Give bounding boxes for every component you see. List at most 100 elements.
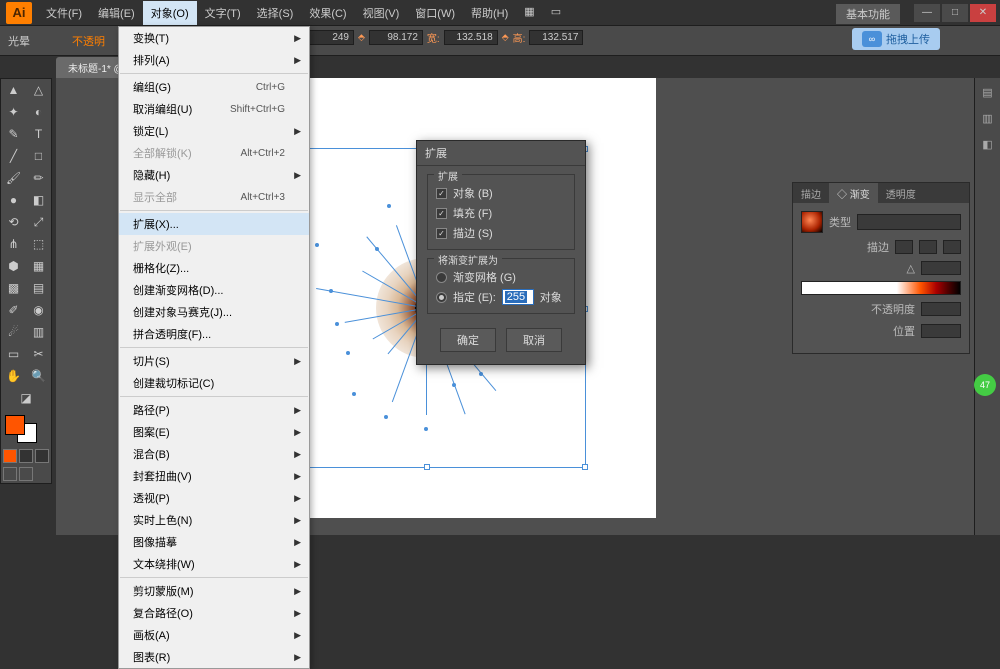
stroke-align-2[interactable] [919,240,937,254]
graph-tool[interactable]: ▥ [26,321,51,343]
menu-item[interactable]: 图案(E)▶ [119,421,309,443]
menu-item[interactable]: 剪切蒙版(M)▶ [119,580,309,602]
menu-help[interactable]: 帮助(H) [463,1,516,25]
blob-tool[interactable]: ● [1,189,26,211]
menu-edit[interactable]: 编辑(E) [90,1,143,25]
checkbox-fill[interactable]: ✓填充 (F) [436,203,566,223]
menu-window[interactable]: 窗口(W) [407,1,463,25]
width-tool[interactable]: ⋔ [1,233,26,255]
menu-item[interactable]: 变换(T)▶ [119,27,309,49]
w-field[interactable]: 132.518 [444,30,498,45]
menu-view[interactable]: 视图(V) [355,1,408,25]
menu-select[interactable]: 选择(S) [249,1,302,25]
menu-file[interactable]: 文件(F) [38,1,90,25]
gradient-type-select[interactable] [857,214,961,230]
stroke-align-1[interactable] [895,240,913,254]
position-field[interactable] [921,324,961,338]
minimize-button[interactable]: — [914,4,940,22]
free-transform-tool[interactable]: ⬚ [26,233,51,255]
checkbox-stroke[interactable]: ✓描边 (S) [436,223,566,243]
tab-transparency[interactable]: 透明度 [878,183,924,203]
mesh-tool[interactable]: ▩ [1,277,26,299]
blend-tool[interactable]: ◉ [26,299,51,321]
menu-item[interactable]: 排列(A)▶ [119,49,309,71]
eraser-tool[interactable]: ◧ [26,189,51,211]
dock-icon-2[interactable]: ▥ [976,106,1000,130]
color-chips[interactable] [3,413,49,443]
type-tool[interactable]: T [26,123,51,145]
opacity-field[interactable] [921,302,961,316]
menu-item[interactable]: 图像描摹▶ [119,531,309,553]
screen-mode-1[interactable] [3,467,17,481]
handle-se[interactable] [582,464,588,470]
selection-tool[interactable]: ▲ [1,79,26,101]
fill-color-chip[interactable] [5,415,25,435]
toggle-tool[interactable]: ◪ [1,387,51,409]
close-button[interactable]: ✕ [970,4,996,22]
menu-item[interactable]: 栅格化(Z)... [119,257,309,279]
notification-badge[interactable]: 47 [974,374,996,396]
wand-tool[interactable]: ✦ [1,101,26,123]
menu-effect[interactable]: 效果(C) [301,1,354,25]
menu-item[interactable]: 扩展(X)... [119,213,309,235]
menu-item[interactable]: 路径(P)▶ [119,399,309,421]
checkbox-object[interactable]: ✓对象 (B) [436,183,566,203]
draw-inside[interactable] [35,449,49,463]
dock-icon-3[interactable]: ◧ [976,132,1000,156]
link-wh-icon[interactable]: ⬘ [502,32,509,43]
menu-item[interactable]: 混合(B)▶ [119,443,309,465]
menu-item[interactable]: 实时上色(N)▶ [119,509,309,531]
gradient-slider[interactable] [801,281,961,295]
menu-extra-icon[interactable]: ▦ [516,1,542,25]
handle-s[interactable] [424,464,430,470]
brush-tool[interactable]: 🖌 [1,167,26,189]
specify-input[interactable]: 255 [502,289,534,305]
stroke-align-3[interactable] [943,240,961,254]
opacity-link[interactable]: 不透明 [72,33,105,49]
eyedropper-tool[interactable]: ✐ [1,299,26,321]
cancel-button[interactable]: 取消 [506,328,562,352]
tab-stroke[interactable]: 描边 [793,183,829,203]
menu-item[interactable]: 创建裁切标记(C) [119,372,309,394]
menu-item[interactable]: 画板(A)▶ [119,624,309,646]
pencil-tool[interactable]: ✏ [26,167,51,189]
ok-button[interactable]: 确定 [440,328,496,352]
menu-item[interactable]: 透视(P)▶ [119,487,309,509]
menu-extra-icon2[interactable]: ▭ [543,1,569,25]
symbol-tool[interactable]: ☄ [1,321,26,343]
menu-item[interactable]: 隐藏(H)▶ [119,164,309,186]
menu-object[interactable]: 对象(O) [143,1,197,25]
menu-type[interactable]: 文字(T) [197,1,249,25]
maximize-button[interactable]: □ [942,4,968,22]
dock-icon-1[interactable]: ▤ [976,80,1000,104]
screen-mode-2[interactable] [19,467,33,481]
menu-item[interactable]: 封套扭曲(V)▶ [119,465,309,487]
workspace-switcher[interactable]: 基本功能 [836,4,900,24]
scale-tool[interactable]: ⤢ [26,211,51,233]
gradient-tool[interactable]: ▤ [26,277,51,299]
menu-item[interactable]: 取消编组(U)Shift+Ctrl+G [119,98,309,120]
line-tool[interactable]: ╱ [1,145,26,167]
rotate-tool[interactable]: ⟲ [1,211,26,233]
hand-tool[interactable]: ✋ [1,365,26,387]
menu-item[interactable]: 创建对象马赛克(J)... [119,301,309,323]
menu-item[interactable]: 拼合透明度(F)... [119,323,309,345]
radio-mesh[interactable]: 渐变网格 (G) [436,267,566,287]
menu-item[interactable]: 创建渐变网格(D)... [119,279,309,301]
rect-tool[interactable]: □ [26,145,51,167]
menu-item[interactable]: 切片(S)▶ [119,350,309,372]
pen-tool[interactable]: ✎ [1,123,26,145]
menu-item[interactable]: 图表(R)▶ [119,646,309,668]
upload-button[interactable]: ∞ 拖拽上传 [852,28,940,50]
slice-tool[interactable]: ✂ [26,343,51,365]
menu-item[interactable]: 文本绕排(W)▶ [119,553,309,575]
direct-select-tool[interactable]: △ [26,79,51,101]
zoom-tool[interactable]: 🔍 [26,365,51,387]
lasso-tool[interactable]: ◐ [26,101,51,123]
tab-gradient[interactable]: ◇ 渐变 [829,183,878,203]
draw-behind[interactable] [19,449,33,463]
menu-item[interactable]: 编组(G)Ctrl+G [119,76,309,98]
artboard-tool[interactable]: ▭ [1,343,26,365]
link-xy-icon[interactable]: ⬘ [358,32,365,43]
menu-item[interactable]: 复合路径(O)▶ [119,602,309,624]
